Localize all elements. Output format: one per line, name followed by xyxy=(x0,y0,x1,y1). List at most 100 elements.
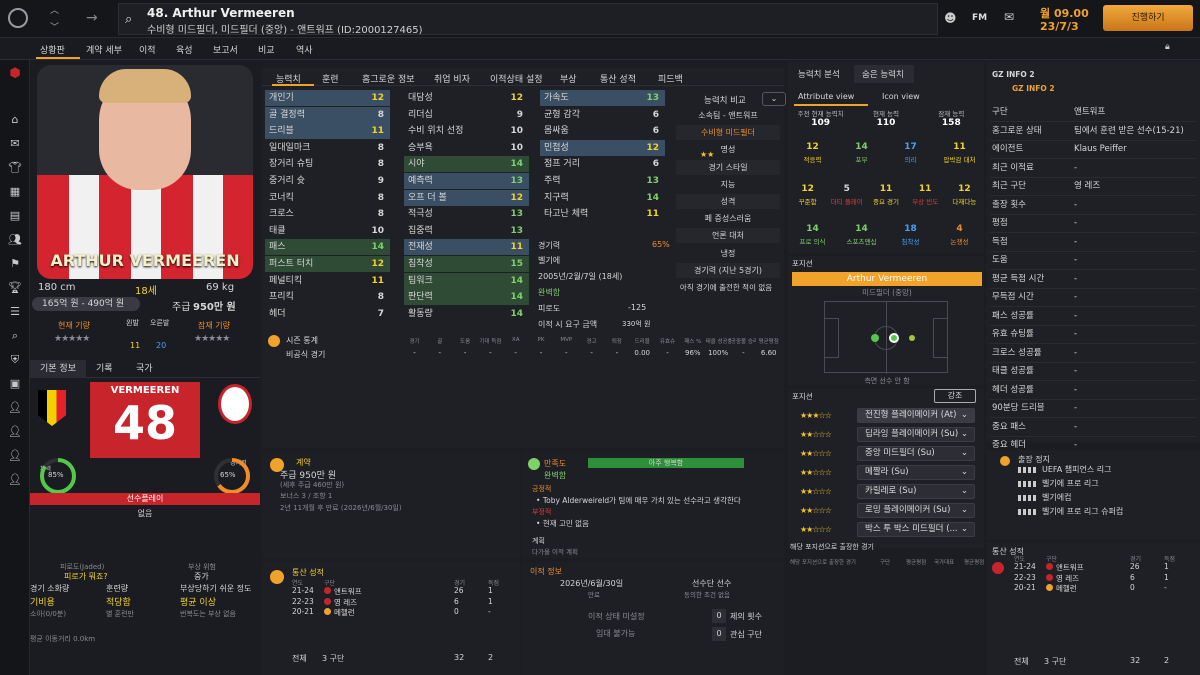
career-title[interactable]: 통산 성적 xyxy=(292,567,324,578)
attribute-value: 14 xyxy=(371,242,384,253)
tab-nation[interactable]: 국가 xyxy=(136,360,153,378)
tab-transfer-status[interactable]: 이적상태 설정 xyxy=(490,72,543,85)
gz-row-value: - xyxy=(1074,255,1078,265)
attribute-row: 시야 14 xyxy=(404,156,529,173)
subnav-tab-reports[interactable]: 보고서 xyxy=(213,43,238,56)
globe-icon[interactable]: ☻ xyxy=(944,11,957,25)
mail-icon[interactable]: ✉ xyxy=(1004,10,1014,24)
career-total-goals: 2 xyxy=(488,653,494,662)
people-icon[interactable]: 👤︎ xyxy=(6,400,24,416)
compare-dropdown[interactable]: ⌄ xyxy=(762,92,786,106)
lock-icon[interactable]: 🔒︎ xyxy=(1165,42,1170,52)
role-dropdown[interactable]: 카릴레로 (Su) ⌄ xyxy=(857,484,975,499)
tab-injury[interactable]: 부상 xyxy=(560,72,577,85)
subnav-tab-contract[interactable]: 계약 세부 xyxy=(86,43,122,56)
data-icon[interactable]: ▤ xyxy=(6,208,24,224)
tab-hidden-attributes[interactable]: 숨은 능력치 xyxy=(862,68,904,80)
role-dropdown[interactable]: 딥라잉 플레이메이커 (Su) ⌄ xyxy=(857,427,975,442)
gz-row-label: 도움 xyxy=(992,255,1008,265)
subnav-tab-transfer[interactable]: 이적 xyxy=(139,43,156,56)
current-ability-stars: ★★★★★ xyxy=(54,334,90,344)
transfer-expiry: 2026년/6월/30일 xyxy=(560,579,624,588)
positive-label: 긍정적 xyxy=(532,485,552,493)
contract-title[interactable]: 계약 xyxy=(296,457,311,468)
subnav-tab-history[interactable]: 역사 xyxy=(296,43,313,56)
training-icon[interactable]: ⚑ xyxy=(6,256,24,272)
tab-record[interactable]: 기록 xyxy=(96,360,113,378)
continue-button[interactable]: 진행하기 xyxy=(1103,5,1193,31)
injury-proneness-value: 평균 이상 xyxy=(180,598,216,608)
attribute-name: 승부욕 xyxy=(408,142,433,153)
staff-icon[interactable]: 👥︎ xyxy=(6,232,24,248)
home-menu-icon[interactable] xyxy=(8,8,28,28)
workload-value: 기비용 xyxy=(30,598,55,608)
inbox-icon[interactable]: ✉ xyxy=(6,136,24,152)
home-icon[interactable]: ⌂ xyxy=(6,112,24,128)
tab-homegrown[interactable]: 홈그로운 정보 xyxy=(362,72,415,85)
attribute-value: 15 xyxy=(510,259,523,269)
happiness-state: 완벽함 xyxy=(544,471,567,480)
tab-attribute-analysis[interactable]: 능력치 분석 xyxy=(798,68,840,80)
career-right-total-clubs: 3 구단 xyxy=(1044,657,1067,666)
role-dropdown[interactable]: 중앙 미드필더 (Su) ⌄ xyxy=(857,446,975,461)
people-icon-4[interactable]: 👤︎ xyxy=(6,472,24,488)
emphasis-dropdown[interactable]: 강조 xyxy=(934,389,976,403)
season-cell: - xyxy=(413,349,416,357)
attribute-name: 패스 xyxy=(269,242,286,253)
role-stars: ★★☆☆☆ xyxy=(800,430,832,439)
role-dropdown[interactable]: 메짤라 (Su) ⌄ xyxy=(857,465,975,480)
subnav-tab-development[interactable]: 육성 xyxy=(176,43,193,56)
attribute-row: 프리킥 8 xyxy=(265,289,390,305)
tab-work-permit[interactable]: 취업 비자 xyxy=(434,72,470,85)
forward-arrow-icon[interactable]: → xyxy=(86,10,98,26)
tab-training[interactable]: 훈련 xyxy=(322,72,339,85)
career-stats-panel: 통산 성적 연도 구단 경기 득점 21-24 앤트워프 26 1 22-23 영 레즈 6… xyxy=(262,562,520,675)
compare-item: 페 증성스러움 xyxy=(676,211,780,227)
club-icon[interactable]: ⛨ xyxy=(6,352,24,368)
attribute-row: 전재성 11 xyxy=(404,239,529,256)
career-total-apps: 32 xyxy=(454,653,465,662)
transfer-title[interactable]: 이적 정보 xyxy=(530,566,562,577)
club-crest-icon[interactable]: ⬢ xyxy=(6,66,24,82)
chevron-down-icon[interactable]: ﹀ xyxy=(50,20,59,33)
subnav-tab-overview[interactable]: 상황판 xyxy=(40,43,65,56)
squad-status-sub: 동의한 조건 없음 xyxy=(684,591,730,599)
attribute-name: 드리블 xyxy=(269,126,294,137)
role-dropdown[interactable]: 박스 투 박스 미드필더 (... ⌄ xyxy=(857,522,975,537)
people-icon-3[interactable]: 👤︎ xyxy=(6,448,24,464)
role-dropdown[interactable]: 전진형 플레이메이커 (At) ⌄ xyxy=(857,408,975,423)
position-foot-note: 측면 선수 안 함 xyxy=(864,377,910,385)
fm-logo: FM xyxy=(972,13,988,23)
injury-risk-value: 중가 xyxy=(194,572,209,581)
tab-career-stats[interactable]: 통산 성적 xyxy=(600,72,636,85)
tab-feedback[interactable]: 피드백 xyxy=(658,72,683,85)
tactics-icon[interactable]: ▦ xyxy=(6,184,24,200)
trophy-icon[interactable]: 🏆︎ xyxy=(6,280,24,296)
tab-basic-info[interactable]: 기본 정보 xyxy=(30,360,86,378)
wage-value: 950만 원 xyxy=(193,302,236,313)
right-foot-value: 20 xyxy=(156,341,167,350)
people-icon-2[interactable]: 👤︎ xyxy=(6,424,24,440)
view-icon[interactable]: Icon view xyxy=(882,92,920,101)
chevron-up-icon[interactable]: ︿ xyxy=(50,3,59,16)
gz-row-value: - xyxy=(1074,236,1078,247)
header-search-box[interactable]: ⌕ 48. Arthur Vermeeren 수비형 미드필더, 미드필더 (중… xyxy=(118,3,938,36)
role-dropdown[interactable]: 로밍 플레이메이커 (Su) ⌄ xyxy=(857,503,975,518)
list-icon[interactable]: ☰ xyxy=(6,304,24,320)
chevron-down-icon: ⌄ xyxy=(960,524,968,534)
nationality: 벨기에 xyxy=(538,256,561,265)
season-header-cell: 골 xyxy=(437,339,443,345)
squad-icon[interactable]: 👕︎ xyxy=(6,160,24,176)
compare-item: 지능 xyxy=(676,176,780,192)
career-icon xyxy=(270,570,284,584)
view-attribute[interactable]: Attribute view xyxy=(798,92,854,101)
scouting-icon[interactable]: ⌕ xyxy=(6,328,24,344)
season-stats-title[interactable]: 시즌 통계 xyxy=(286,335,318,346)
club-badge-icon xyxy=(1046,573,1053,581)
finance-icon[interactable]: ▣ xyxy=(6,376,24,392)
happiness-label[interactable]: 만족도 xyxy=(544,458,566,469)
attribute-row: 골 결정력 8 xyxy=(265,106,390,123)
pitch-box-right xyxy=(933,318,947,358)
subnav-tab-compare[interactable]: 비교 xyxy=(258,43,275,56)
gz-subtitle[interactable]: GZ INFO 2 xyxy=(1012,84,1055,93)
